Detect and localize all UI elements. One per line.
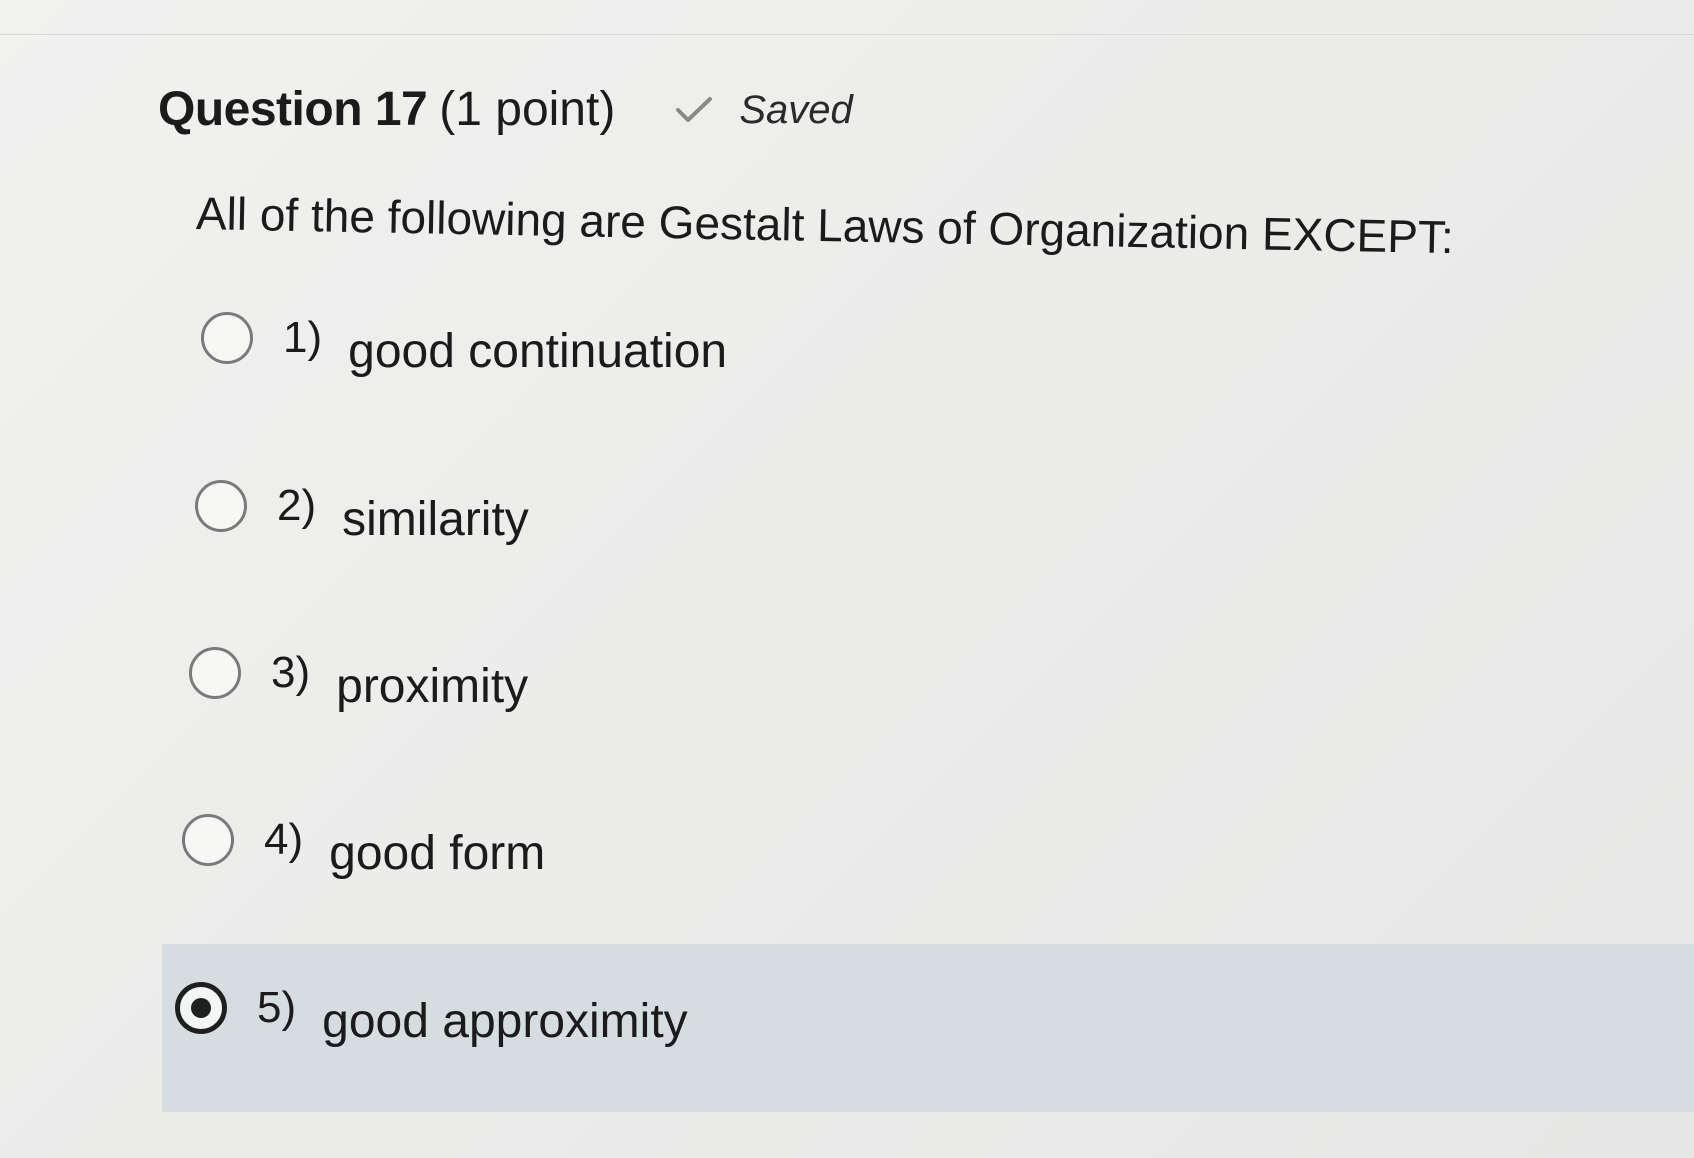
radio-button-1[interactable] <box>201 311 253 364</box>
option-number-1: 1) <box>283 312 323 362</box>
radio-button-4[interactable] <box>182 813 234 866</box>
option-number-3: 3) <box>271 647 311 697</box>
quiz-question: Question 17 (1 point) Saved All of the f… <box>0 0 1694 1158</box>
answer-options: 1) good continuation 2) similarity 3) pr… <box>0 0 1694 1158</box>
radio-button-2[interactable] <box>195 479 247 532</box>
answer-option-3[interactable]: 3) proximity <box>189 645 528 713</box>
radio-button-3[interactable] <box>189 646 241 699</box>
option-label-5: good approximity <box>322 995 688 1048</box>
radio-button-5-selected[interactable] <box>175 981 227 1034</box>
answer-option-5[interactable]: 5) good approximity <box>175 980 688 1048</box>
answer-option-2[interactable]: 2) similarity <box>195 478 529 546</box>
option-label-4: good form <box>329 827 546 880</box>
option-number-2: 2) <box>277 480 317 530</box>
option-label-1: good continuation <box>348 325 728 378</box>
option-label-2: similarity <box>342 493 529 546</box>
answer-option-4[interactable]: 4) good form <box>182 812 545 880</box>
answer-option-1[interactable]: 1) good continuation <box>201 310 727 378</box>
option-number-4: 4) <box>264 814 304 864</box>
option-number-5: 5) <box>257 982 297 1032</box>
option-label-3: proximity <box>336 660 529 713</box>
